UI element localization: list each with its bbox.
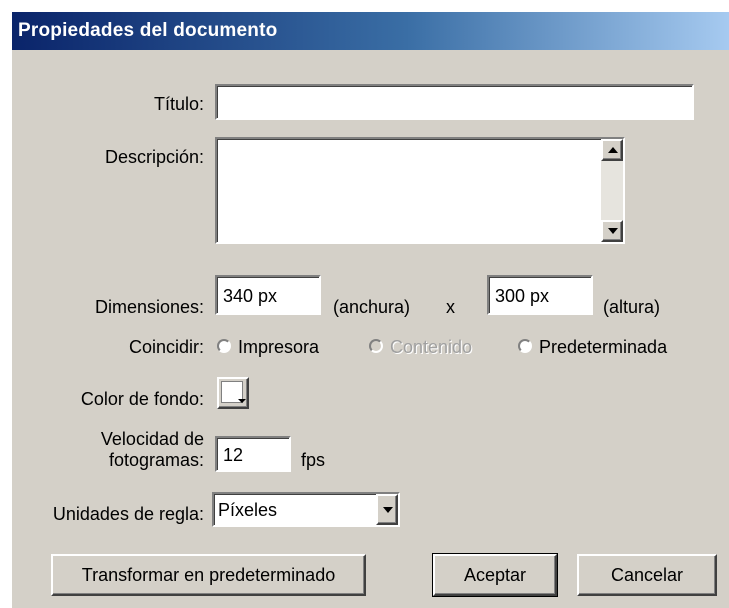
titulo-input[interactable] — [215, 84, 694, 120]
cancel-button[interactable]: Cancelar — [577, 554, 717, 596]
height-input[interactable]: 300 px — [487, 275, 593, 315]
descripcion-label: Descripción: — [104, 147, 204, 167]
descripcion-scrollbar[interactable] — [601, 139, 623, 242]
color-fondo-label: Color de fondo: — [80, 389, 204, 409]
unidades-label: Unidades de regla: — [52, 504, 204, 524]
descripcion-textarea[interactable] — [215, 137, 625, 244]
set-default-button[interactable]: Transformar en predeterminado — [51, 554, 366, 596]
units-value: Píxeles — [218, 500, 278, 520]
radio-contenido — [369, 339, 383, 353]
width-input[interactable]: 340 px — [215, 275, 321, 315]
radio-predeterminada-label[interactable]: Predeterminada — [539, 337, 667, 358]
framerate-value: 12 — [223, 445, 244, 465]
velocidad-label-line2: fotogramas: — [108, 450, 204, 470]
scroll-up-arrow-icon — [608, 147, 618, 153]
velocidad-label-line1: Velocidad de — [100, 429, 204, 449]
scroll-up-button[interactable] — [601, 139, 623, 161]
scroll-down-arrow-icon — [608, 228, 618, 234]
dropdown-arrow-icon — [383, 507, 393, 513]
framerate-unit: fps — [301, 450, 326, 470]
ok-button[interactable]: Aceptar — [432, 553, 558, 597]
scroll-down-button[interactable] — [601, 220, 623, 242]
velocidad-label: Velocidad de fotogramas: — [101, 429, 204, 471]
height-suffix: (altura) — [603, 297, 661, 317]
dimensiones-label: Dimensiones: — [94, 297, 204, 317]
height-value: 300 px — [495, 286, 550, 306]
title-bar: Propiedades del documento — [12, 12, 729, 50]
units-dropdown-button[interactable] — [376, 494, 398, 525]
framerate-input[interactable]: 12 — [215, 436, 291, 472]
radio-predeterminada[interactable] — [518, 339, 532, 353]
radio-contenido-label: Contenido — [390, 337, 473, 357]
document-properties-dialog: Propiedades del documento Título: Descri… — [12, 12, 729, 608]
width-suffix: (anchura) — [333, 297, 411, 317]
swatch-dropdown-arrow-icon — [238, 399, 246, 403]
units-select[interactable]: Píxeles — [212, 492, 400, 527]
titulo-label: Título: — [153, 94, 204, 114]
radio-impresora-label[interactable]: Impresora — [238, 337, 319, 358]
background-color-swatch[interactable] — [217, 377, 249, 409]
radio-impresora[interactable] — [217, 339, 231, 353]
coincidir-label: Coincidir: — [128, 337, 204, 357]
dimension-separator: x — [446, 297, 455, 317]
dialog-title: Propiedades del documento — [18, 20, 278, 41]
width-value: 340 px — [223, 286, 278, 306]
